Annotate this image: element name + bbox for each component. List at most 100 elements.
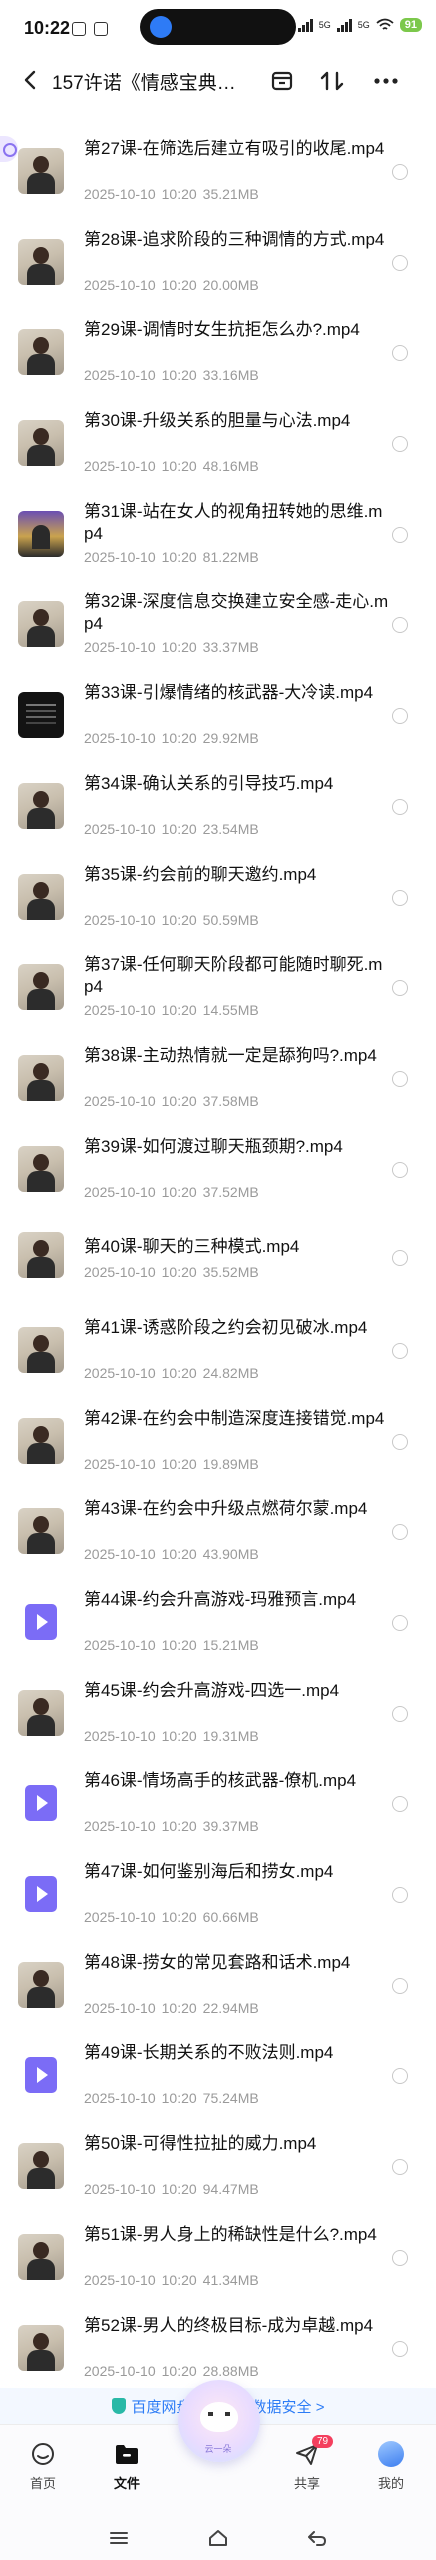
file-name: 第50课-可得性拉扯的威力.mp4 bbox=[84, 2134, 317, 2154]
tab-files[interactable]: 文件 bbox=[92, 2431, 162, 2492]
file-time: 10:20 bbox=[161, 1999, 197, 2016]
file-row[interactable]: 第51课-男人身上的稀缺性是什么?.mp4 2025-10-10 10:20 41.3… bbox=[0, 2212, 436, 2303]
file-name: 第28课-追求阶段的三种调情的方式.mp4 bbox=[84, 229, 385, 249]
file-row[interactable]: 第30课-升级关系的胆量与心法.mp4 2025-10-10 10:20 48.16M… bbox=[0, 398, 436, 489]
file-name: 第39课-如何渡过聊天瓶颈期?.mp4 bbox=[84, 1136, 343, 1156]
file-row[interactable]: 第28课-追求阶段的三种调情的方式.mp4 2025-10-10 10:20 20.0… bbox=[0, 217, 436, 308]
video-thumbnail bbox=[18, 782, 64, 829]
select-radio[interactable] bbox=[392, 1524, 408, 1541]
select-radio[interactable] bbox=[392, 2159, 408, 2176]
tab-mine[interactable]: 我的 bbox=[356, 2431, 426, 2492]
file-row[interactable]: 第27课-在筛选后建立有吸引的收尾.mp4 2025-10-10 10:20 35.2… bbox=[0, 126, 436, 217]
file-date: 2025-10-10 bbox=[84, 1264, 156, 1281]
file-row[interactable]: 第31课-站在女人的视角扭转她的思维.mp4 2025-10-10 10:20 81.… bbox=[0, 489, 436, 580]
select-radio[interactable] bbox=[392, 345, 408, 362]
file-name: 第33课-引爆情绪的核武器-大冷读.mp4 bbox=[84, 683, 374, 703]
file-row[interactable]: 第34课-确认关系的引导技巧.mp4 2025-10-10 10:20 23.54MB bbox=[0, 761, 436, 852]
file-name: 第45课-约会升高游戏-四选一.mp4 bbox=[84, 1680, 340, 1700]
file-name: 第46课-情场高手的核武器-僚机.mp4 bbox=[84, 1771, 357, 1791]
file-time: 10:20 bbox=[161, 1092, 197, 1109]
file-time: 10:20 bbox=[161, 458, 197, 475]
back-nav-icon[interactable] bbox=[306, 2528, 328, 2548]
video-thumbnail bbox=[18, 1689, 64, 1736]
select-radio[interactable] bbox=[392, 436, 408, 453]
file-size: 22.94MB bbox=[202, 1999, 259, 2016]
file-name: 第27课-在筛选后建立有吸引的收尾.mp4 bbox=[84, 139, 385, 158]
video-thumbnail bbox=[18, 1145, 64, 1192]
file-row[interactable]: 第42课-在约会中制造深度连接错觉.mp4 2025-10-10 10:20 19.8… bbox=[0, 1396, 436, 1487]
play-icon bbox=[25, 1876, 57, 1913]
file-row[interactable]: 第47课-如何鉴别海后和捞女.mp4 2025-10-10 10:20 60.66MB bbox=[0, 1849, 436, 1940]
file-row[interactable]: 第41课-诱惑阶段之约会初见破冰.mp4 2025-10-10 10:20 24.82… bbox=[0, 1305, 436, 1396]
file-row[interactable]: 第40课-聊天的三种模式.mp4 2025-10-10 10:20 35.52MB bbox=[0, 1214, 436, 1305]
select-radio[interactable] bbox=[392, 2249, 408, 2266]
back-icon[interactable] bbox=[20, 68, 40, 92]
file-row[interactable]: 第39课-如何渡过聊天瓶颈期?.mp4 2025-10-10 10:20 37.52M… bbox=[0, 1124, 436, 1215]
tab-share[interactable]: 79 共享 bbox=[272, 2431, 342, 2492]
video-thumbnail bbox=[18, 873, 64, 920]
file-size: 23.54MB bbox=[202, 820, 259, 837]
select-radio[interactable] bbox=[392, 1705, 408, 1722]
status-time: 10:22 bbox=[24, 18, 71, 38]
select-radio[interactable] bbox=[392, 1161, 408, 1178]
video-thumbnail bbox=[18, 329, 64, 376]
select-radio[interactable] bbox=[392, 889, 408, 906]
file-row[interactable]: 第33课-引爆情绪的核武器-大冷读.mp4 2025-10-10 10:20 29.9… bbox=[0, 670, 436, 761]
select-radio[interactable] bbox=[392, 1250, 408, 1267]
file-date: 2025-10-10 bbox=[84, 1727, 156, 1744]
file-size: 43.90MB bbox=[202, 1546, 259, 1563]
video-thumbnail bbox=[18, 1417, 64, 1464]
select-radio[interactable] bbox=[392, 164, 408, 180]
select-radio[interactable] bbox=[392, 254, 408, 271]
file-row[interactable]: 第43课-在约会中升级点燃荷尔蒙.mp4 2025-10-10 10:20 43.90… bbox=[0, 1486, 436, 1577]
tab-label-share: 共享 bbox=[293, 2476, 320, 2491]
file-date: 2025-10-10 bbox=[84, 730, 156, 747]
select-radio[interactable] bbox=[392, 1977, 408, 1994]
file-size: 35.52MB bbox=[202, 1264, 259, 1281]
select-radio[interactable] bbox=[392, 2068, 408, 2085]
select-radio[interactable] bbox=[392, 526, 408, 543]
file-meta: 2025-10-10 10:20 19.31MB bbox=[84, 1728, 259, 1744]
file-row[interactable]: 第35课-约会前的聊天邀约.mp4 2025-10-10 10:20 50.59MB bbox=[0, 852, 436, 943]
select-radio[interactable] bbox=[392, 1342, 408, 1359]
file-row[interactable]: 第50课-可得性拉扯的威力.mp4 2025-10-10 10:20 94.47MB bbox=[0, 2121, 436, 2212]
menu-icon[interactable] bbox=[108, 2528, 130, 2548]
multi-select-icon[interactable] bbox=[268, 67, 296, 95]
home-nav-icon[interactable] bbox=[207, 2528, 229, 2548]
file-row[interactable]: 第37课-任何聊天阶段都可能随时聊死.mp4 2025-10-10 10:20 14.… bbox=[0, 942, 436, 1033]
select-radio[interactable] bbox=[392, 617, 408, 634]
file-meta: 2025-10-10 10:20 43.90MB bbox=[84, 1546, 259, 1562]
select-radio[interactable] bbox=[392, 1887, 408, 1904]
file-row[interactable]: 第46课-情场高手的核武器-僚机.mp4 2025-10-10 10:20 39.37… bbox=[0, 1758, 436, 1849]
file-size: 28.88MB bbox=[202, 2362, 259, 2379]
file-row[interactable]: 第49课-长期关系的不败法则.mp4 2025-10-10 10:20 75.24MB bbox=[0, 2030, 436, 2121]
video-thumbnail bbox=[18, 510, 64, 557]
select-radio[interactable] bbox=[392, 798, 408, 815]
file-date: 2025-10-10 bbox=[84, 2271, 156, 2288]
file-row[interactable]: 第32课-深度信息交换建立安全感-走心.mp4 2025-10-10 10:20 33… bbox=[0, 579, 436, 670]
select-radio[interactable] bbox=[392, 1615, 408, 1631]
file-row[interactable]: 第45课-约会升高游戏-四选一.mp4 2025-10-10 10:20 19.31M… bbox=[0, 1668, 436, 1759]
file-row[interactable]: 第29课-调情时女生抗拒怎么办?.mp4 2025-10-10 10:20 33.16… bbox=[0, 307, 436, 398]
file-meta: 2025-10-10 10:20 39.37MB bbox=[84, 1818, 259, 1834]
file-row[interactable]: 第48课-捞女的常见套路和话术.mp4 2025-10-10 10:20 22.94M… bbox=[0, 1940, 436, 2031]
video-thumbnail bbox=[18, 2143, 64, 2190]
select-radio[interactable] bbox=[392, 1433, 408, 1450]
sort-icon[interactable] bbox=[318, 67, 346, 95]
play-icon bbox=[25, 1604, 57, 1640]
folder-icon bbox=[116, 2445, 138, 2464]
select-radio[interactable] bbox=[392, 1070, 408, 1087]
select-radio[interactable] bbox=[392, 708, 408, 725]
select-radio[interactable] bbox=[392, 1796, 408, 1813]
file-size: 37.58MB bbox=[202, 1092, 259, 1109]
select-radio[interactable] bbox=[392, 980, 408, 997]
file-row[interactable]: 第44课-约会升高游戏-玛雅预言.mp4 2025-10-10 10:20 15.21… bbox=[0, 1577, 436, 1668]
baidu-netdisk-island-icon bbox=[150, 16, 172, 38]
tab-home[interactable]: 首页 bbox=[8, 2431, 78, 2492]
file-list: 第27课-在筛选后建立有吸引的收尾.mp4 2025-10-10 10:20 35.2… bbox=[0, 126, 436, 2393]
file-row[interactable]: 第38课-主动热情就一定是舔狗吗?.mp4 2025-10-10 10:20 37.5… bbox=[0, 1033, 436, 1124]
file-time: 10:20 bbox=[161, 1264, 197, 1281]
select-radio[interactable] bbox=[392, 2340, 408, 2357]
more-icon[interactable] bbox=[372, 67, 400, 95]
file-meta: 2025-10-10 10:20 81.22MB bbox=[84, 549, 259, 565]
